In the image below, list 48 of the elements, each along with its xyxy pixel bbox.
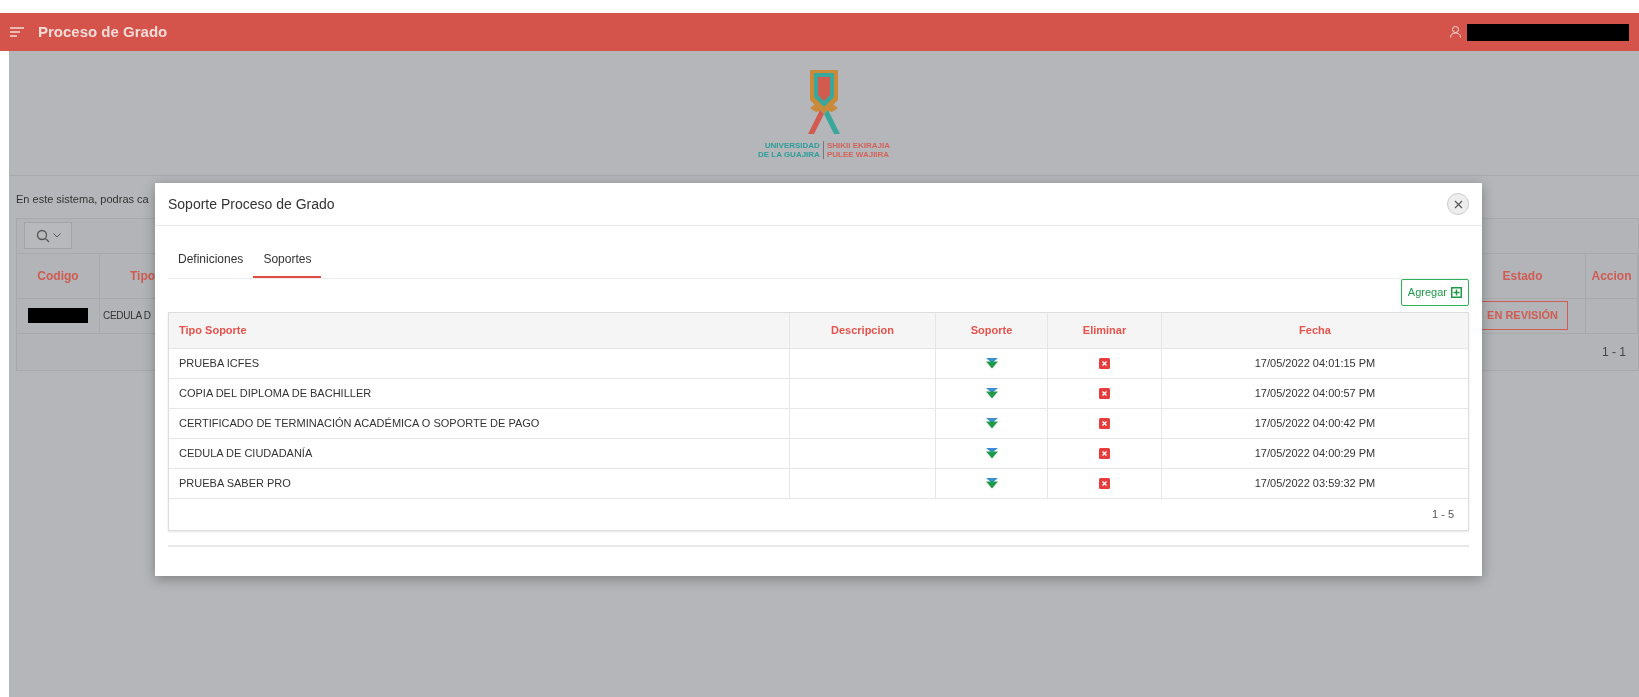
delete-icon[interactable] [1099, 417, 1110, 429]
plus-square-icon [1451, 286, 1462, 298]
column-header: Accion [1586, 253, 1638, 299]
column-header: Codigo [17, 253, 100, 299]
logo-text: UNIVERSIDAD [763, 140, 820, 150]
download-icon[interactable] [985, 447, 998, 459]
search-button[interactable] [24, 222, 72, 249]
table-cell-text: 17/05/2022 04:00:29 PM [1254, 445, 1376, 461]
download-icon[interactable] [985, 357, 998, 369]
table-cell-text: PRUEBA SABER PRO [179, 475, 291, 491]
logo-text: DE LA GUAJIRA [757, 149, 820, 159]
column-header: Eliminar [1048, 312, 1162, 349]
logo-text: PULEE WAJIIRA [826, 149, 891, 159]
search-icon [35, 228, 50, 243]
table-cell-text: 17/05/2022 04:01:15 PM [1254, 355, 1376, 371]
download-icon[interactable] [985, 417, 998, 429]
menu-icon[interactable] [10, 27, 24, 37]
column-header: Descripcion [790, 312, 936, 349]
download-icon[interactable] [985, 477, 998, 489]
table-cell-text: 17/05/2022 04:00:42 PM [1254, 415, 1376, 431]
delete-icon[interactable] [1099, 387, 1110, 399]
modal-title: Soporte Proceso de Grado [168, 194, 335, 214]
caret-icon [52, 233, 61, 238]
delete-icon[interactable] [1099, 477, 1110, 489]
table-cell-text: PRUEBA ICFES [179, 355, 260, 371]
delete-icon[interactable] [1099, 357, 1110, 369]
table-cell-text: CEDULA DE CIUDADANÍA [179, 445, 313, 461]
user-icon[interactable] [1450, 26, 1461, 38]
table-cell-text: 17/05/2022 04:00:57 PM [1254, 385, 1376, 401]
table-cell-text: CEDULA D [103, 309, 151, 323]
intro-text: En este sistema, podras ca [16, 193, 149, 205]
add-button[interactable]: Agregar [1400, 279, 1469, 306]
redaction-bar [28, 308, 88, 323]
download-icon[interactable] [985, 387, 998, 399]
table-cell-text: 17/05/2022 03:59:32 PM [1254, 475, 1376, 491]
close-button[interactable] [1447, 193, 1469, 215]
column-header: Tipo Soporte [169, 312, 790, 349]
column-header: Soporte [936, 312, 1048, 349]
column-header: Fecha [1162, 312, 1468, 349]
pagination-text: 1 - 1 [1602, 343, 1626, 361]
table-cell-text: CERTIFICADO DE TERMINACIÓN ACADÉMICA O SOPORTE DE PAGO [179, 415, 540, 431]
logo-text: SHIKII EKIRAJIA [826, 140, 891, 150]
app-title: Proceso de Grado [38, 21, 168, 42]
tab[interactable]: Soportes [253, 244, 322, 278]
table-cell-text: COPIA DEL DIPLOMA DE BACHILLER [179, 385, 372, 401]
pagination-text: 1 - 5 [1432, 506, 1454, 522]
delete-icon[interactable] [1099, 447, 1110, 459]
close-icon [1453, 199, 1463, 209]
